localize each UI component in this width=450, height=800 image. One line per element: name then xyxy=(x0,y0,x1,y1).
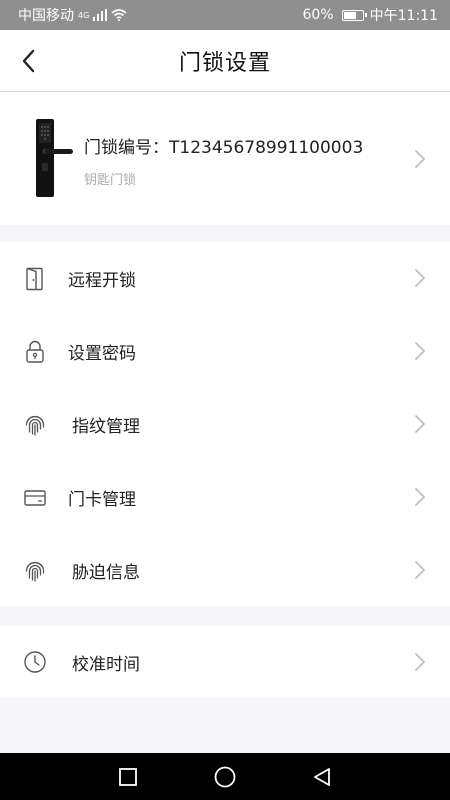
chevron-right-icon xyxy=(415,415,425,433)
menu-label-duress: 胁迫信息 xyxy=(72,563,140,583)
lock-number: 门锁编号：T12345678991100003 xyxy=(84,138,364,158)
battery-percent: 60% xyxy=(302,7,334,23)
header: 门锁设置 xyxy=(0,30,450,92)
page-title: 门锁设置 xyxy=(178,50,271,76)
menu-item-remote-unlock[interactable]: 远程开锁 xyxy=(0,242,450,315)
network-type-label: 4G xyxy=(78,11,90,20)
lock-icon xyxy=(22,339,48,365)
system-nav-bar xyxy=(0,753,450,800)
chevron-right-icon xyxy=(415,561,425,579)
menu-label-fingerprint: 指纹管理 xyxy=(72,417,140,437)
device-card[interactable]: 门锁编号：T12345678991100003 钥匙门锁 xyxy=(0,93,450,225)
clock: 中午11:11 xyxy=(369,8,438,24)
menu-item-duress[interactable]: 胁迫信息 xyxy=(0,534,450,607)
menu-label-door-card: 门卡管理 xyxy=(68,490,136,510)
menu-item-fingerprint[interactable]: 指纹管理 xyxy=(0,388,450,461)
circle-icon xyxy=(214,766,236,787)
back-nav-button[interactable] xyxy=(302,757,342,797)
menu-label-set-password: 设置密码 xyxy=(68,344,136,364)
triangle-back-icon xyxy=(313,767,330,786)
status-bar: 中国移动 4G 60% 中午11:11 xyxy=(0,0,450,30)
home-button[interactable] xyxy=(205,757,245,797)
signal-icon xyxy=(93,9,108,21)
square-icon xyxy=(119,767,138,786)
battery-icon xyxy=(341,9,367,21)
chevron-left-icon xyxy=(22,49,35,73)
carrier-label: 中国移动 xyxy=(18,8,74,24)
wifi-icon xyxy=(111,9,127,21)
lock-type: 钥匙门锁 xyxy=(84,173,137,188)
chevron-right-icon xyxy=(415,488,425,506)
menu-label-remote-unlock: 远程开锁 xyxy=(68,271,136,291)
menu-label-calibrate-time: 校准时间 xyxy=(72,654,140,675)
device-info: 门锁编号：T12345678991100003 钥匙门锁 xyxy=(84,133,363,188)
lock-settings-menu: 远程开锁 设置密码 指纹管理 门卡管理 胁迫信息 xyxy=(0,242,450,606)
menu-item-door-card[interactable]: 门卡管理 xyxy=(0,461,450,534)
menu-item-set-password[interactable]: 设置密码 xyxy=(0,315,450,388)
fingerprint-icon xyxy=(22,412,48,438)
back-button[interactable] xyxy=(10,42,46,80)
fingerprint-icon xyxy=(22,558,48,584)
recent-apps-button[interactable] xyxy=(108,757,148,797)
door-icon xyxy=(22,266,48,292)
chevron-right-icon xyxy=(415,342,425,360)
door-lock-image xyxy=(36,119,73,197)
card-icon xyxy=(22,485,48,511)
chevron-right-icon xyxy=(415,653,425,671)
clock-icon xyxy=(22,649,48,675)
chevron-right-icon xyxy=(415,269,425,287)
chevron-right-icon xyxy=(415,150,425,168)
menu-item-calibrate-time[interactable]: 校准时间 xyxy=(0,626,450,698)
time-settings-menu: 校准时间 xyxy=(0,626,450,698)
